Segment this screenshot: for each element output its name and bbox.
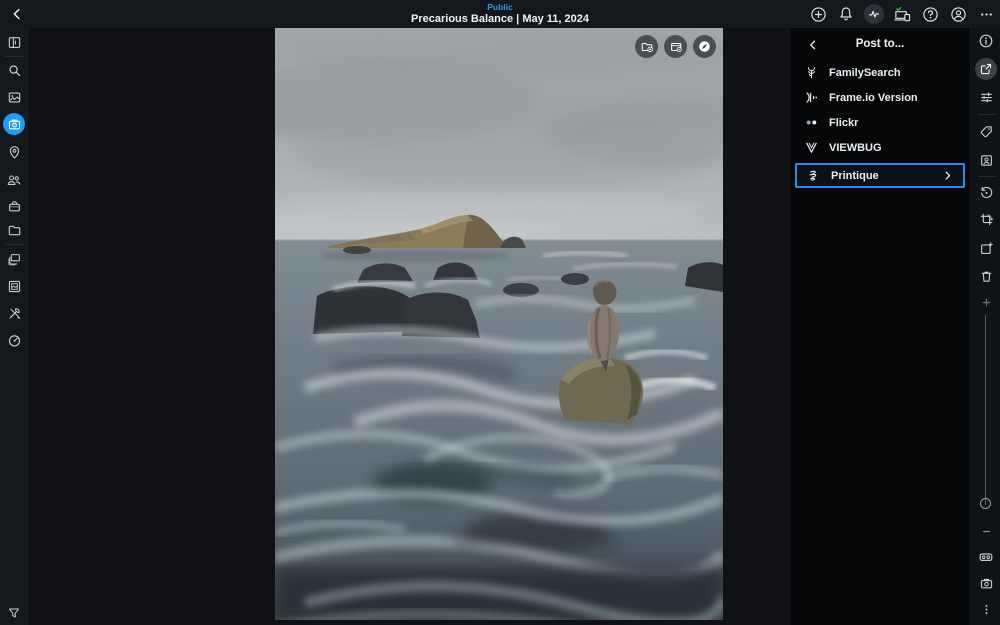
destination-viewbug[interactable]: VIEWBUG xyxy=(790,135,970,160)
familysearch-icon xyxy=(803,64,820,81)
photos-icon[interactable] xyxy=(3,86,25,108)
right-rail xyxy=(970,28,1000,625)
account-icon[interactable] xyxy=(948,4,968,24)
framed-photo-icon[interactable] xyxy=(3,275,25,297)
share-panel: Post to... FamilySearch Frame.io Version… xyxy=(790,28,970,625)
zoom-slider[interactable] xyxy=(985,315,986,505)
compare-view-icon[interactable] xyxy=(975,546,997,568)
edit-sliders-icon[interactable] xyxy=(975,86,997,108)
bag-icon[interactable] xyxy=(3,195,25,217)
panel-layout-icon[interactable] xyxy=(3,31,25,53)
photo-canvas xyxy=(28,28,790,625)
destination-printique[interactable]: Printique xyxy=(795,163,965,188)
notifications-icon[interactable] xyxy=(836,4,856,24)
destination-label: Flickr xyxy=(829,116,859,129)
rail-divider xyxy=(5,244,23,245)
map-pin-icon[interactable] xyxy=(3,141,25,163)
rail-divider xyxy=(978,114,996,115)
destination-familysearch[interactable]: FamilySearch xyxy=(790,60,970,85)
destination-label: Frame.io Version xyxy=(829,91,918,104)
top-bar: Public Precarious Balance | May 11, 2024 xyxy=(0,0,1000,28)
trash-icon[interactable] xyxy=(975,265,997,287)
rail-divider xyxy=(5,56,23,57)
tag-icon[interactable] xyxy=(975,120,997,142)
search-icon[interactable] xyxy=(3,59,25,81)
compass-icon[interactable] xyxy=(693,35,716,58)
camera-icon[interactable] xyxy=(3,113,25,135)
chevron-right-icon xyxy=(942,170,953,181)
albums-stack-icon[interactable] xyxy=(3,248,25,270)
camera-info-icon[interactable] xyxy=(975,572,997,594)
gauge-icon[interactable] xyxy=(3,329,25,351)
activity-icon[interactable] xyxy=(864,4,884,24)
add-icon[interactable] xyxy=(808,4,828,24)
info-icon[interactable] xyxy=(975,30,997,52)
destination-label: VIEWBUG xyxy=(829,141,882,154)
printique-icon xyxy=(805,167,822,184)
tools-icon[interactable] xyxy=(3,302,25,324)
photo[interactable] xyxy=(275,28,723,620)
share-panel-header: Post to... xyxy=(790,28,970,60)
people-icon[interactable] xyxy=(3,169,25,191)
add-to-album-icon[interactable] xyxy=(635,35,658,58)
share-icon[interactable] xyxy=(975,58,997,80)
devices-sync-icon[interactable] xyxy=(892,4,912,24)
chevron-left-icon[interactable] xyxy=(804,36,822,54)
person-badge-icon[interactable] xyxy=(975,149,997,171)
frameio-icon xyxy=(803,89,820,106)
page-title: Precarious Balance | May 11, 2024 xyxy=(411,13,589,25)
crop-rotate-icon[interactable] xyxy=(975,208,997,230)
viewbug-icon xyxy=(803,139,820,156)
destination-label: Printique xyxy=(831,169,879,182)
zoom-out-icon[interactable] xyxy=(975,520,997,542)
help-icon[interactable] xyxy=(920,4,940,24)
kebab-menu-icon[interactable] xyxy=(975,598,997,620)
left-rail xyxy=(0,28,28,625)
zoom-slider-knob[interactable] xyxy=(980,498,991,509)
destination-frameio[interactable]: Frame.io Version xyxy=(790,85,970,110)
filter-icon[interactable] xyxy=(3,602,25,624)
rail-divider xyxy=(978,176,996,177)
history-icon[interactable] xyxy=(975,181,997,203)
destination-label: FamilySearch xyxy=(829,66,901,79)
more-icon[interactable] xyxy=(976,4,996,24)
folder-icon[interactable] xyxy=(3,219,25,241)
photo-overlay-actions xyxy=(275,35,723,61)
visibility-badge: Public xyxy=(487,2,513,12)
top-bar-actions xyxy=(808,0,996,28)
destination-flickr[interactable]: Flickr xyxy=(790,110,970,135)
move-to-album-icon[interactable] xyxy=(664,35,687,58)
flickr-icon xyxy=(803,114,820,131)
zoom-in-icon[interactable] xyxy=(975,291,997,313)
new-version-icon[interactable] xyxy=(975,237,997,259)
